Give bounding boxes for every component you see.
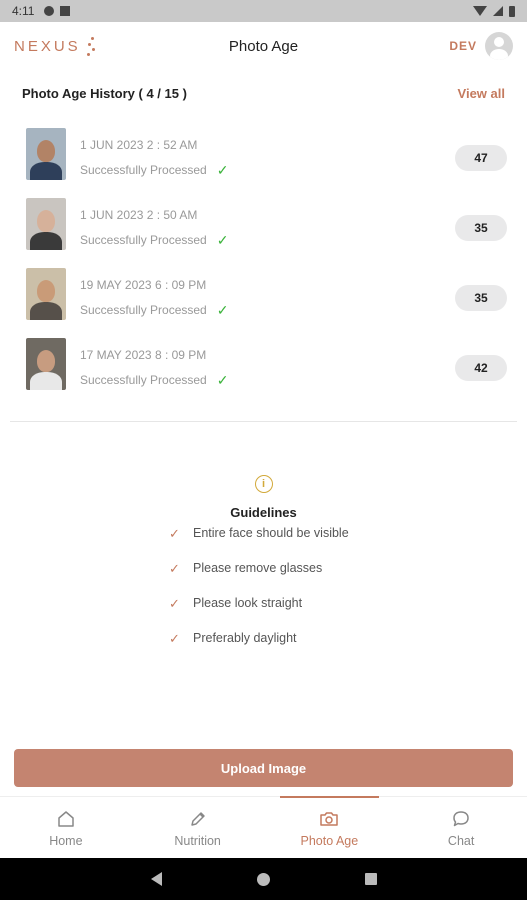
history-date: 19 MAY 2023 6 : 09 PM (80, 278, 207, 292)
nav-chat[interactable]: Chat (395, 797, 527, 858)
success-check-icon: ✓ (216, 162, 229, 178)
recents-icon[interactable] (364, 873, 377, 885)
history-header: Photo Age History ( 4 / 15 ) View all (22, 86, 505, 101)
guidelines-list: ✓ Entire face should be visible ✓ Please… (0, 526, 527, 666)
upload-image-button[interactable]: Upload Image (14, 749, 513, 787)
guidelines-section: i Guidelines ✓ Entire face should be vis… (0, 474, 527, 666)
nav-photo-age[interactable]: Photo Age (264, 796, 396, 858)
status-bar: 4:11 (0, 0, 527, 22)
home-circle-icon[interactable] (256, 872, 270, 886)
nexus-logo[interactable]: NEXUS (14, 35, 95, 57)
history-title: Photo Age History ( 4 / 15 ) (22, 86, 187, 101)
section-divider (10, 421, 517, 422)
history-item[interactable]: 1 JUN 2023 2 : 50 AM Successfully Proces… (0, 198, 527, 268)
history-status: Successfully Processed ✓ (80, 232, 229, 248)
app-header: NEXUS Photo Age DEV (0, 22, 527, 70)
nav-label: Home (49, 834, 83, 848)
history-date: 1 JUN 2023 2 : 50 AM (80, 208, 198, 222)
pencil-icon (190, 812, 205, 826)
guideline-item: ✓ Please look straight (169, 596, 303, 611)
camera-icon (320, 812, 339, 826)
guidelines-title: Guidelines (230, 505, 297, 520)
check-icon: ✓ (169, 596, 180, 611)
view-all-link[interactable]: View all (458, 86, 505, 101)
guideline-item: ✓ Please remove glasses (169, 561, 323, 576)
wifi-icon (473, 6, 487, 16)
photo-thumbnail (26, 268, 66, 320)
history-item[interactable]: 19 MAY 2023 6 : 09 PM Successfully Proce… (0, 268, 527, 338)
age-badge: 42 (455, 355, 507, 381)
success-check-icon: ✓ (216, 232, 229, 248)
home-icon (58, 811, 74, 827)
success-check-icon: ✓ (216, 302, 229, 318)
chat-icon (453, 811, 469, 827)
age-badge: 35 (455, 285, 507, 311)
history-status: Successfully Processed ✓ (80, 302, 229, 318)
success-check-icon: ✓ (216, 372, 229, 388)
status-time: 4:11 (12, 4, 35, 18)
age-badge: 47 (455, 145, 507, 171)
nav-nutrition[interactable]: Nutrition (132, 797, 264, 858)
nav-label: Photo Age (300, 834, 359, 848)
history-status: Successfully Processed ✓ (80, 372, 229, 388)
history-status: Successfully Processed ✓ (80, 162, 229, 178)
profile-avatar[interactable] (485, 32, 513, 60)
settings-status-icon (44, 6, 55, 16)
check-icon: ✓ (169, 561, 180, 576)
history-date: 1 JUN 2023 2 : 52 AM (80, 138, 198, 152)
nav-home[interactable]: Home (0, 797, 132, 858)
env-badge: DEV (449, 39, 477, 53)
info-icon: i (254, 475, 273, 493)
nav-label: Chat (447, 834, 475, 848)
history-list: 1 JUN 2023 2 : 52 AM Successfully Proces… (0, 128, 527, 408)
sd-card-status-icon (60, 6, 71, 16)
history-date: 17 MAY 2023 8 : 09 PM (80, 348, 207, 362)
photo-thumbnail (26, 198, 66, 250)
history-item[interactable]: 1 JUN 2023 2 : 52 AM Successfully Proces… (0, 128, 527, 198)
check-icon: ✓ (169, 526, 180, 541)
photo-thumbnail (26, 128, 66, 180)
logo-dots-icon (85, 35, 95, 57)
nav-label: Nutrition (174, 834, 221, 848)
photo-thumbnail (26, 338, 66, 390)
system-nav-bar (0, 858, 527, 900)
guideline-item: ✓ Entire face should be visible (169, 526, 349, 541)
cell-signal-icon (493, 6, 503, 16)
logo-text: NEXUS (14, 37, 81, 55)
history-item[interactable]: 17 MAY 2023 8 : 09 PM Successfully Proce… (0, 338, 527, 408)
bottom-nav: Home Nutrition Photo Age Chat (0, 796, 527, 858)
check-icon: ✓ (169, 631, 180, 646)
age-badge: 35 (455, 215, 507, 241)
battery-icon (509, 5, 515, 17)
guideline-item: ✓ Preferably daylight (169, 631, 297, 646)
back-icon[interactable] (150, 872, 162, 886)
